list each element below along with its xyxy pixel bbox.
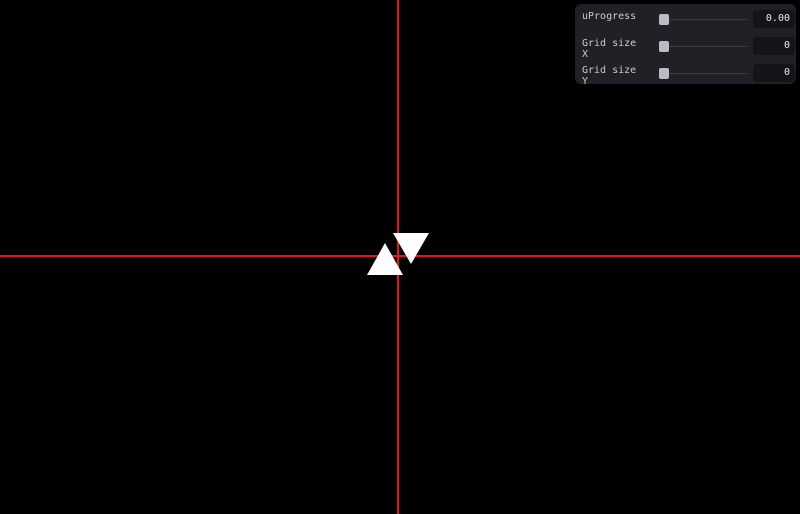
grid-size-x-value-input[interactable]: 0: [753, 37, 795, 55]
control-label: uProgress: [582, 11, 637, 22]
control-row-grid-size-y: Grid size Y 0: [581, 61, 795, 87]
uprogress-value-input[interactable]: 0.00: [753, 10, 795, 28]
slider-thumb[interactable]: [659, 14, 669, 25]
slider-track: [663, 19, 747, 20]
grid-size-y-slider[interactable]: [659, 65, 747, 81]
grid-size-x-slider[interactable]: [659, 38, 747, 54]
controls-panel: uProgress 0.00 Grid size X 0 Grid size Y…: [575, 4, 796, 87]
slider-thumb[interactable]: [659, 41, 669, 52]
grid-size-y-value-input[interactable]: 0: [753, 64, 795, 82]
control-row-grid-size-x: Grid size X 0: [581, 34, 795, 60]
uprogress-slider[interactable]: [659, 11, 747, 27]
control-label: Grid size Y: [582, 65, 637, 87]
slider-thumb[interactable]: [659, 68, 669, 79]
slider-track: [663, 46, 747, 47]
control-label: Grid size X: [582, 38, 637, 60]
slider-track: [663, 73, 747, 74]
control-row-uprogress: uProgress 0.00: [581, 7, 795, 31]
